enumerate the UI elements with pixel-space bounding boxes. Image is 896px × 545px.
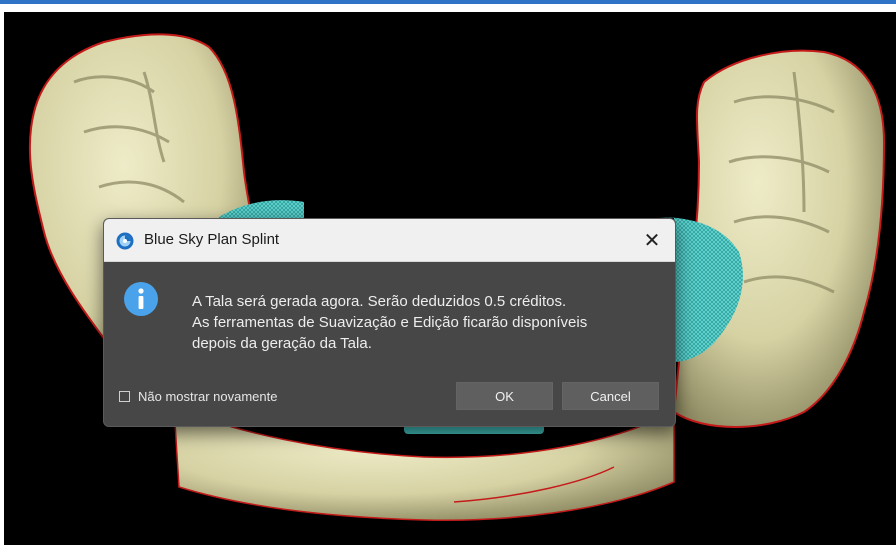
dont-show-again-option[interactable]: Não mostrar novamente	[119, 389, 277, 404]
accent-strip	[0, 0, 896, 4]
dialog-message: A Tala será gerada agora. Serão deduzido…	[192, 291, 662, 354]
message-line-3: depois da geração da Tala.	[192, 335, 372, 352]
dialog-title: Blue Sky Plan Splint	[144, 231, 280, 248]
blue-sky-plan-logo-icon	[116, 232, 134, 250]
info-icon	[124, 282, 158, 316]
confirmation-dialog: Blue Sky Plan Splint ✕ A Tala será gerad…	[103, 218, 676, 427]
info-glyph	[138, 288, 144, 309]
dont-show-again-label: Não mostrar novamente	[138, 389, 278, 404]
cancel-button[interactable]: Cancel	[562, 382, 659, 410]
window-top-bar	[0, 0, 896, 12]
dialog-title-bar[interactable]: Blue Sky Plan Splint ✕	[104, 219, 675, 262]
dont-show-again-checkbox[interactable]	[119, 391, 130, 402]
message-line-1: A Tala será gerada agora. Serão deduzido…	[192, 293, 567, 310]
message-line-2: As ferramentas de Suavização e Edição fi…	[192, 314, 588, 331]
close-icon: ✕	[643, 229, 661, 252]
close-button[interactable]: ✕	[629, 219, 675, 261]
ok-button[interactable]: OK	[456, 382, 553, 410]
